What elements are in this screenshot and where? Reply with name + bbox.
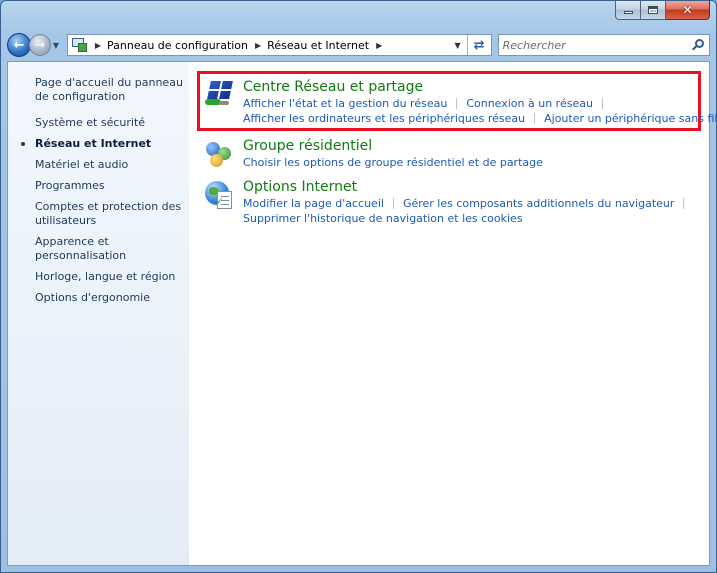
- breadcrumb-separator-icon[interactable]: ▶: [376, 41, 382, 50]
- control-panel-icon: [71, 38, 88, 52]
- address-dropdown-button[interactable]: ▼: [451, 35, 465, 55]
- sidebar-item-hardware-sound[interactable]: Matériel et audio: [35, 158, 189, 172]
- category-title-internet-options[interactable]: Options Internet: [243, 179, 693, 196]
- navigation-bar: ← → ▼ ▶ Panneau de configuration ▶ Résea…: [7, 31, 710, 59]
- link-change-home-page[interactable]: Modifier la page d'accueil: [243, 197, 384, 211]
- chevron-down-icon: ▼: [454, 40, 461, 50]
- sidebar-item-ease-of-access[interactable]: Options d'ergonomie: [35, 291, 189, 305]
- sidebar-item-clock-language[interactable]: Horloge, langue et région: [35, 270, 189, 284]
- link-view-network-status[interactable]: Afficher l'état et la gestion du réseau: [243, 97, 447, 111]
- sidebar-item-home[interactable]: Page d'accueil du panneau de configurati…: [35, 76, 189, 104]
- sidebar-item-system-security[interactable]: Système et sécurité: [35, 116, 189, 130]
- category-title-network-sharing[interactable]: Centre Réseau et partage: [243, 79, 716, 96]
- maximize-icon: [648, 6, 658, 14]
- search-icon[interactable]: [692, 39, 704, 51]
- link-delete-browsing-history[interactable]: Supprimer l'historique de navigation et …: [243, 212, 523, 226]
- sidebar: Page d'accueil du panneau de configurati…: [8, 62, 189, 565]
- internet-options-icon[interactable]: ✓: [203, 179, 235, 211]
- link-divider: [534, 113, 536, 124]
- main-panel: Centre Réseau et partage Afficher l'état…: [189, 62, 716, 565]
- close-icon: ✕: [682, 3, 693, 17]
- sidebar-item-programs[interactable]: Programmes: [35, 179, 189, 193]
- control-panel-window: ✕ ← → ▼ ▶ Panneau de configuration ▶ Rés…: [0, 0, 717, 573]
- caption-buttons: ✕: [615, 1, 710, 20]
- back-arrow-icon: ←: [13, 37, 25, 53]
- breadcrumb-separator-icon[interactable]: ▶: [255, 41, 261, 50]
- link-add-wireless-device[interactable]: Ajouter un périphérique sans fil au rése…: [544, 112, 716, 126]
- link-divider: [601, 98, 603, 109]
- forward-arrow-icon: →: [34, 37, 46, 53]
- link-homegroup-options[interactable]: Choisir les options de groupe résidentie…: [243, 156, 543, 170]
- recent-pages-dropdown[interactable]: ▼: [53, 41, 63, 50]
- link-divider: [456, 98, 458, 109]
- back-button[interactable]: ←: [7, 33, 31, 57]
- link-connect-to-network[interactable]: Connexion à un réseau: [466, 97, 593, 111]
- breadcrumb-separator-icon[interactable]: ▶: [95, 41, 101, 50]
- close-button[interactable]: ✕: [666, 1, 710, 20]
- category-homegroup: Groupe résidentiel Choisir les options d…: [203, 138, 543, 170]
- content-area: Page d'accueil du panneau de configurati…: [7, 61, 716, 566]
- minimize-icon: [623, 11, 633, 14]
- sidebar-item-label: Réseau et Internet: [35, 137, 152, 150]
- forward-button[interactable]: →: [28, 34, 51, 56]
- maximize-button[interactable]: [641, 1, 666, 20]
- search-input[interactable]: [502, 36, 683, 54]
- link-view-network-computers[interactable]: Afficher les ordinateurs et les périphér…: [243, 112, 525, 126]
- sidebar-item-user-accounts[interactable]: Comptes et protection des utilisateurs: [35, 200, 189, 228]
- sidebar-item-network-internet[interactable]: Réseau et Internet: [21, 137, 189, 151]
- refresh-icon: ⇄: [473, 37, 485, 53]
- link-divider: [392, 198, 394, 209]
- link-manage-add-ons[interactable]: Gérer les composants additionnels du nav…: [403, 197, 674, 211]
- link-divider: [683, 198, 685, 209]
- breadcrumb-network-internet[interactable]: Réseau et Internet: [267, 39, 369, 52]
- active-bullet-icon: [21, 142, 25, 146]
- chevron-down-icon: ▼: [52, 40, 60, 50]
- refresh-button[interactable]: ⇄: [466, 35, 491, 55]
- homegroup-icon[interactable]: [203, 138, 235, 170]
- minimize-button[interactable]: [615, 1, 641, 20]
- category-title-homegroup[interactable]: Groupe résidentiel: [243, 138, 543, 155]
- search-box[interactable]: [497, 34, 710, 56]
- breadcrumb-control-panel[interactable]: Panneau de configuration: [107, 39, 248, 52]
- address-bar[interactable]: ▶ Panneau de configuration ▶ Réseau et I…: [66, 34, 492, 56]
- category-network-sharing-center: Centre Réseau et partage Afficher l'état…: [203, 79, 716, 126]
- sidebar-item-appearance[interactable]: Apparence et personnalisation: [35, 235, 189, 263]
- network-center-icon[interactable]: [203, 79, 235, 111]
- category-internet-options: ✓ Options Internet Modifier la page d'ac…: [203, 179, 693, 226]
